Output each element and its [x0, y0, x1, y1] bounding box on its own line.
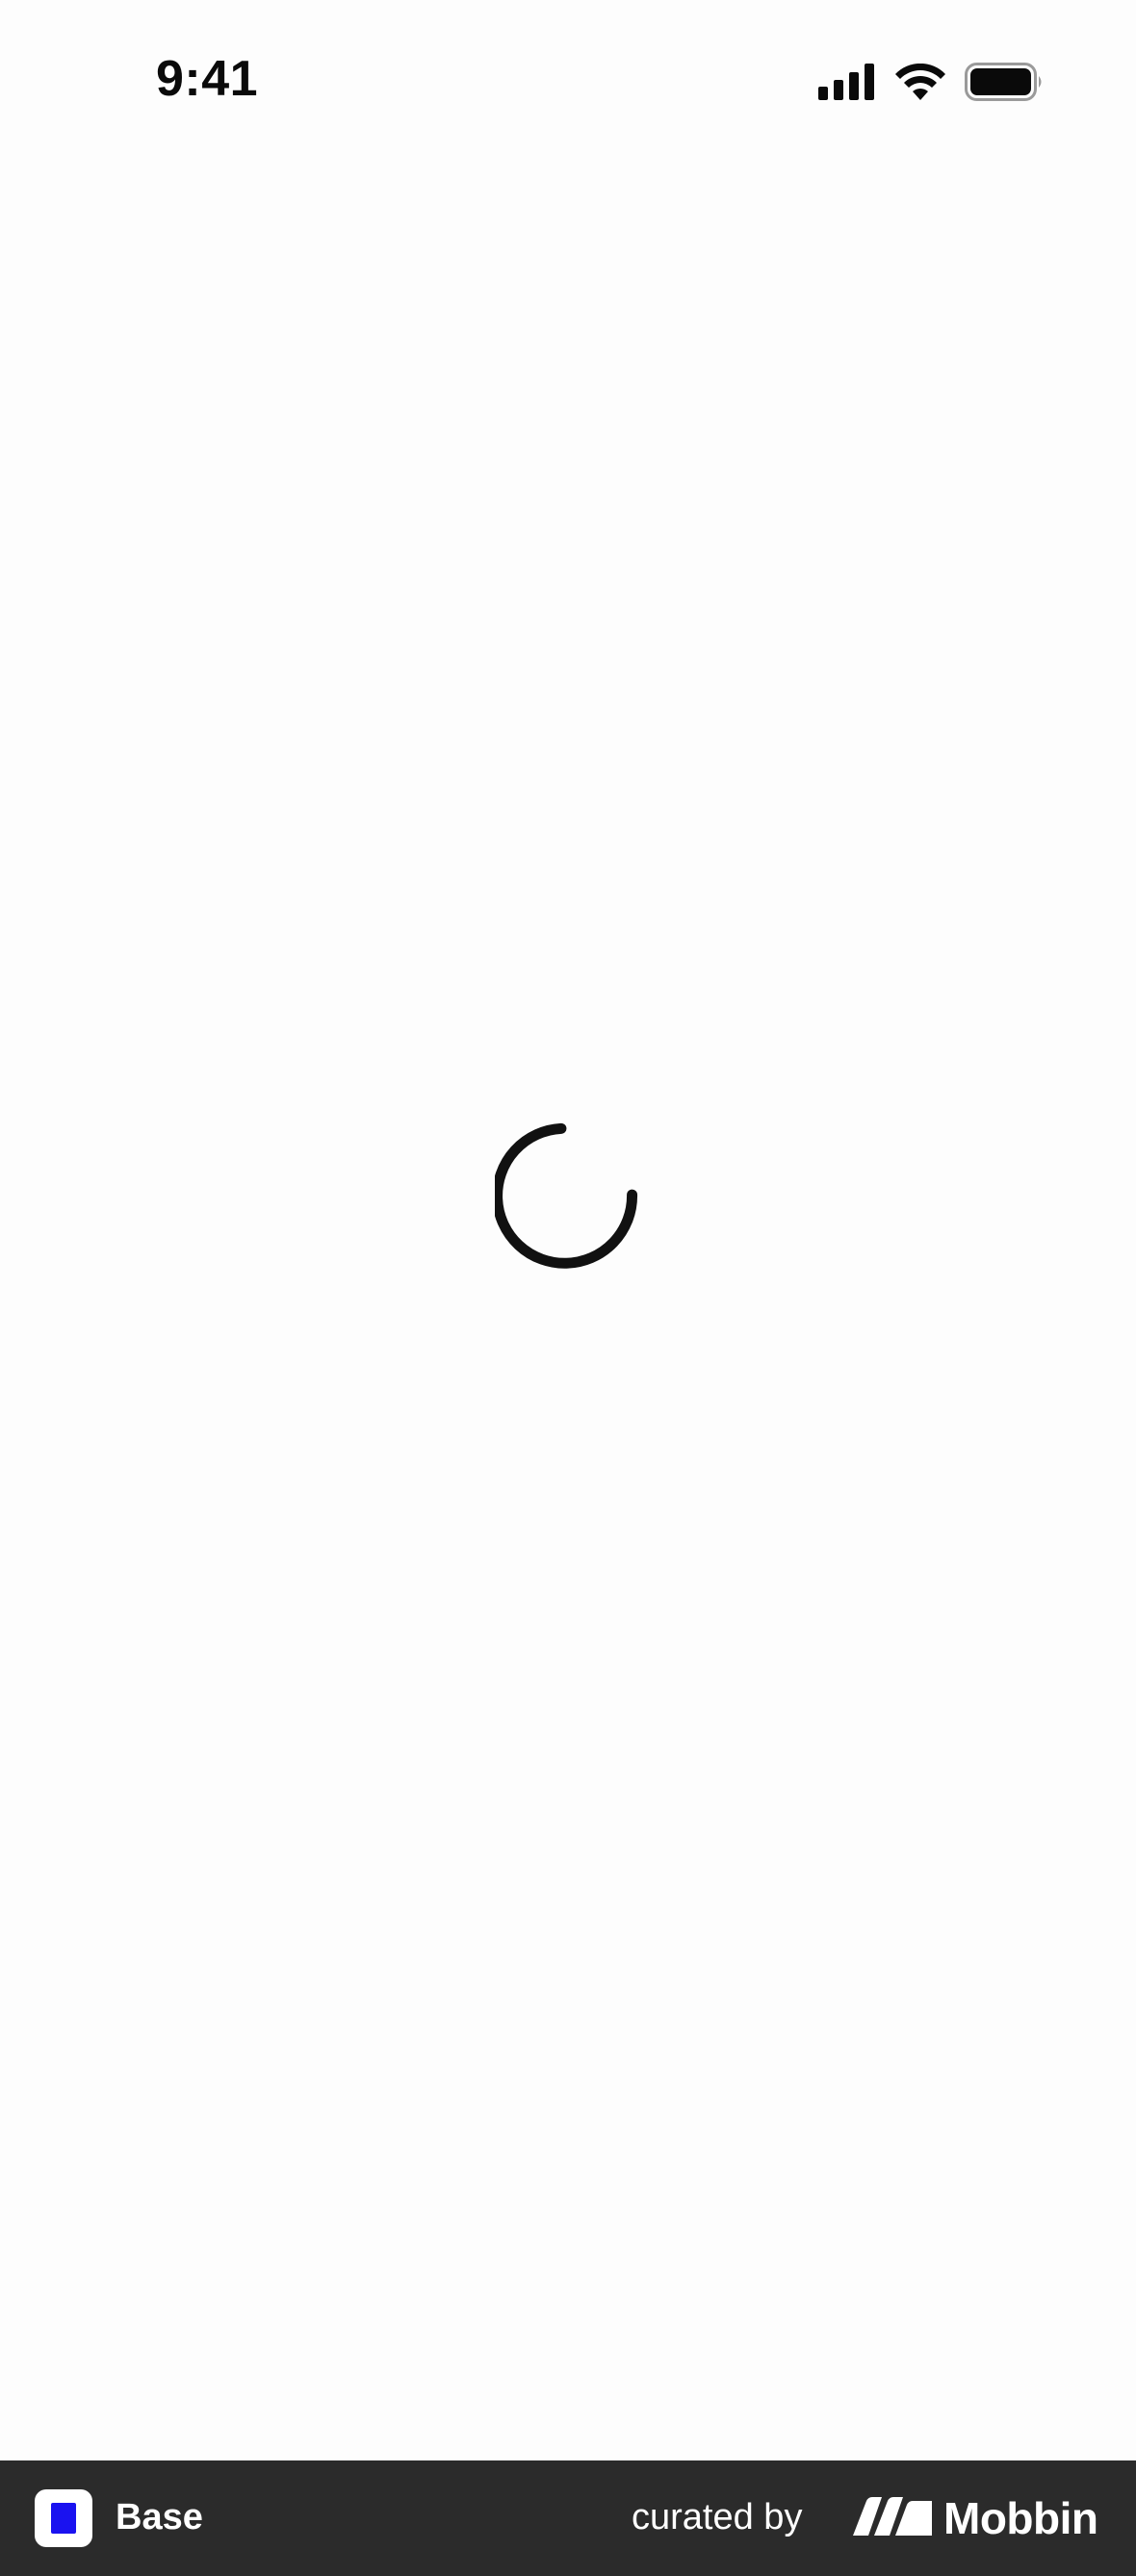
status-bar: 9:41 [0, 0, 1136, 164]
app-logo-mark [51, 2503, 76, 2534]
app-screen: 9:41 [0, 0, 1136, 2460]
app-name: Base [116, 2497, 203, 2537]
mobbin-logo-icon [853, 2496, 932, 2540]
mobbin-brand: Mobbin [853, 2487, 1098, 2549]
status-time: 9:41 [156, 51, 259, 107]
cellular-signal-icon [818, 63, 876, 105]
curated-by-label: curated by [632, 2497, 803, 2537]
loading-spinner [492, 1122, 641, 1269]
wifi-icon [895, 63, 945, 105]
spinner-icon [492, 1122, 641, 1273]
app-logo-icon [35, 2489, 92, 2547]
brand-name: Mobbin [943, 2493, 1098, 2543]
battery-icon [965, 62, 1044, 106]
status-icons [818, 60, 1044, 108]
footer-bar: Base curated by Mobbin [0, 2460, 1136, 2576]
